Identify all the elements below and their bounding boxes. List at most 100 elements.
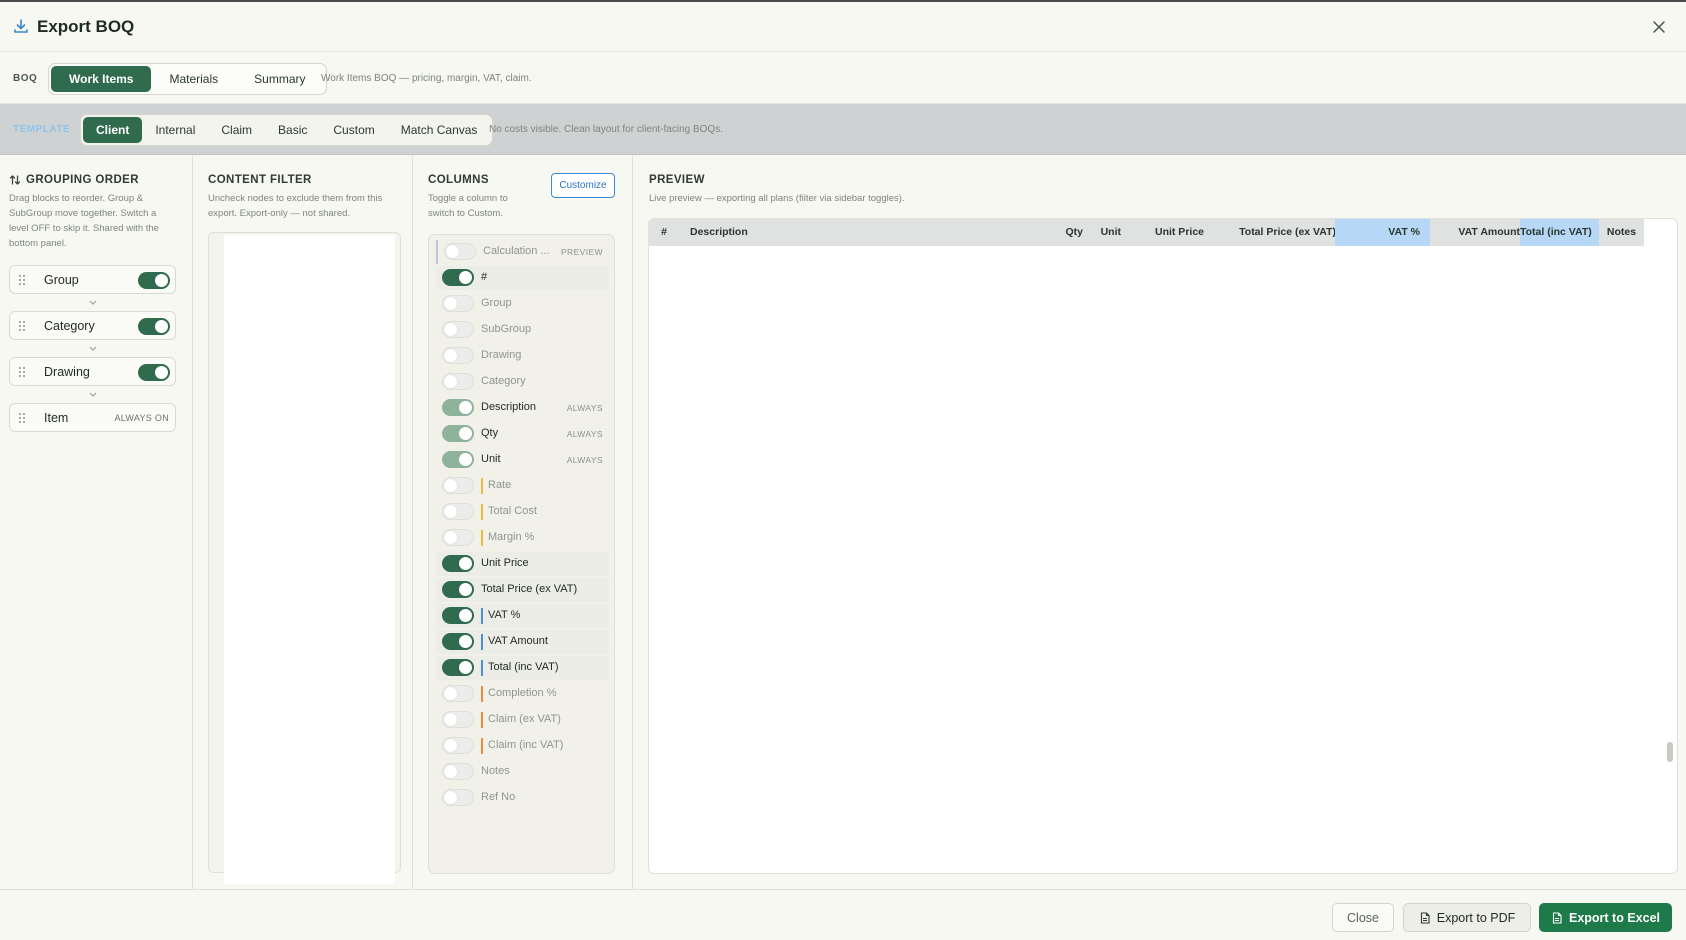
- column-row[interactable]: SubGroup: [436, 318, 609, 342]
- preview-subtitle: Live preview — exporting all plans (filt…: [649, 193, 905, 204]
- drawing-level-toggle[interactable]: [138, 364, 170, 381]
- column-label: #: [481, 271, 488, 283]
- column-toggle[interactable]: [442, 659, 474, 676]
- close-button[interactable]: Close: [1332, 903, 1394, 932]
- column-toggle[interactable]: [444, 243, 476, 260]
- column-toggle[interactable]: [442, 737, 474, 754]
- grouping-block-item[interactable]: Item ALWAYS ON: [9, 403, 176, 432]
- column-category-marker: [481, 504, 483, 520]
- column-label: Qty: [481, 427, 499, 439]
- content-filter-title: CONTENT FILTER: [208, 174, 312, 186]
- close-button-label: Close: [1347, 910, 1379, 925]
- column-toggle[interactable]: [442, 581, 474, 598]
- column-toggle[interactable]: [442, 373, 474, 390]
- column-row[interactable]: Notes: [436, 760, 609, 784]
- dialog-footer: Close Export to PDF Export to Excel: [0, 889, 1686, 940]
- column-label: Unit Price: [481, 557, 529, 569]
- column-row[interactable]: Margin %: [436, 526, 609, 550]
- column-row[interactable]: VAT %: [436, 604, 609, 628]
- column-row[interactable]: VAT Amount: [436, 630, 609, 654]
- column-label: Margin %: [488, 531, 535, 543]
- column-row[interactable]: #: [436, 266, 609, 290]
- sort-icon: [9, 175, 21, 185]
- column-row[interactable]: Total Cost: [436, 500, 609, 524]
- column-row[interactable]: Group: [436, 292, 609, 316]
- column-category-marker: [481, 660, 483, 676]
- export-boq-dialog: Export BOQ BOQ Work Items Materials Summ…: [0, 2, 1686, 940]
- category-level-toggle[interactable]: [138, 318, 170, 335]
- drag-handle-icon[interactable]: [18, 366, 26, 378]
- column-row[interactable]: Claim (ex VAT): [436, 708, 609, 732]
- grouping-subtitle-line: Drag blocks to reorder. Group &: [9, 193, 144, 204]
- template-tab-basic[interactable]: Basic: [265, 117, 320, 143]
- template-tab-client[interactable]: Client: [83, 117, 143, 143]
- column-row[interactable]: Unit Price: [436, 552, 609, 576]
- boq-description: Work Items BOQ — pricing, margin, VAT, c…: [321, 73, 532, 84]
- column-row[interactable]: Ref No: [436, 786, 609, 810]
- column-toggle[interactable]: [442, 503, 474, 520]
- column-category-marker: [481, 478, 483, 494]
- grouping-block-category[interactable]: Category: [9, 311, 176, 340]
- boq-tab-materials[interactable]: Materials: [151, 66, 236, 92]
- column-toggle[interactable]: [442, 633, 474, 650]
- column-row[interactable]: Completion %: [436, 682, 609, 706]
- chevron-down-icon: [89, 346, 97, 351]
- template-tab-match-canvas[interactable]: Match Canvas: [388, 117, 491, 143]
- boq-tab-work-items[interactable]: Work Items: [51, 66, 152, 92]
- boq-type-segmented: Work Items Materials Summary: [48, 63, 327, 95]
- template-tab-claim[interactable]: Claim: [208, 117, 265, 143]
- preview-scrollbar[interactable]: [1667, 742, 1673, 762]
- content-filter-tree-area[interactable]: [224, 235, 395, 884]
- column-label: VAT Amount: [488, 635, 548, 647]
- template-tab-internal[interactable]: Internal: [142, 117, 208, 143]
- column-row[interactable]: Calculation ... PREVIEW: [436, 240, 609, 264]
- template-label: TEMPLATE: [13, 124, 71, 135]
- column-row[interactable]: Unit ALWAYS: [436, 448, 609, 472]
- column-toggle[interactable]: [442, 789, 474, 806]
- export-excel-button[interactable]: Export to Excel: [1539, 903, 1672, 932]
- drag-handle-icon[interactable]: [18, 320, 26, 332]
- drag-handle-icon[interactable]: [18, 412, 26, 424]
- boq-tab-summary[interactable]: Summary: [236, 66, 323, 92]
- column-toggle[interactable]: [442, 295, 474, 312]
- column-row[interactable]: Total Price (ex VAT): [436, 578, 609, 602]
- columns-list: Calculation ... PREVIEW # Group SubGroup Draw…: [428, 234, 615, 874]
- drag-handle-icon[interactable]: [18, 274, 26, 286]
- column-row[interactable]: Total (inc VAT): [436, 656, 609, 680]
- template-tab-custom[interactable]: Custom: [320, 117, 387, 143]
- column-toggle[interactable]: [442, 477, 474, 494]
- grouping-order-panel: GROUPING ORDER Drag blocks to reorder. G…: [0, 155, 193, 889]
- column-label: Calculation ...: [483, 245, 550, 257]
- column-toggle[interactable]: [442, 269, 474, 286]
- content-filter-panel: CONTENT FILTER Uncheck nodes to exclude …: [193, 155, 413, 889]
- column-row[interactable]: Rate: [436, 474, 609, 498]
- column-toggle[interactable]: [442, 685, 474, 702]
- column-header-total-price-ex-vat: Total Price (ex VAT): [1239, 226, 1336, 238]
- column-label: Completion %: [488, 687, 557, 699]
- column-toggle[interactable]: [442, 529, 474, 546]
- column-toggle[interactable]: [442, 347, 474, 364]
- column-row[interactable]: Qty ALWAYS: [436, 422, 609, 446]
- export-pdf-button[interactable]: Export to PDF: [1403, 903, 1531, 932]
- preview-table: # Description Qty Unit Unit Price Total …: [648, 218, 1678, 874]
- columns-subtitle-line: Toggle a column to: [428, 193, 508, 204]
- column-row[interactable]: Category: [436, 370, 609, 394]
- boq-label: BOQ: [13, 73, 38, 84]
- column-toggle[interactable]: [442, 321, 474, 338]
- grouping-block-group[interactable]: Group: [9, 265, 176, 294]
- column-toggle[interactable]: [442, 763, 474, 780]
- group-level-toggle[interactable]: [138, 272, 170, 289]
- column-row[interactable]: Claim (inc VAT): [436, 734, 609, 758]
- column-badge: PREVIEW: [560, 247, 603, 257]
- column-row[interactable]: Description ALWAYS: [436, 396, 609, 420]
- column-row[interactable]: Drawing: [436, 344, 609, 368]
- grouping-title: GROUPING ORDER: [26, 174, 139, 186]
- preview-table-header: # Description Qty Unit Unit Price Total …: [649, 219, 1644, 246]
- dialog-title: Export BOQ: [37, 17, 135, 36]
- customize-button[interactable]: Customize: [551, 173, 615, 198]
- grouping-block-drawing[interactable]: Drawing: [9, 357, 176, 386]
- column-toggle[interactable]: [442, 607, 474, 624]
- close-icon[interactable]: [1650, 18, 1668, 36]
- column-toggle[interactable]: [442, 711, 474, 728]
- column-toggle[interactable]: [442, 555, 474, 572]
